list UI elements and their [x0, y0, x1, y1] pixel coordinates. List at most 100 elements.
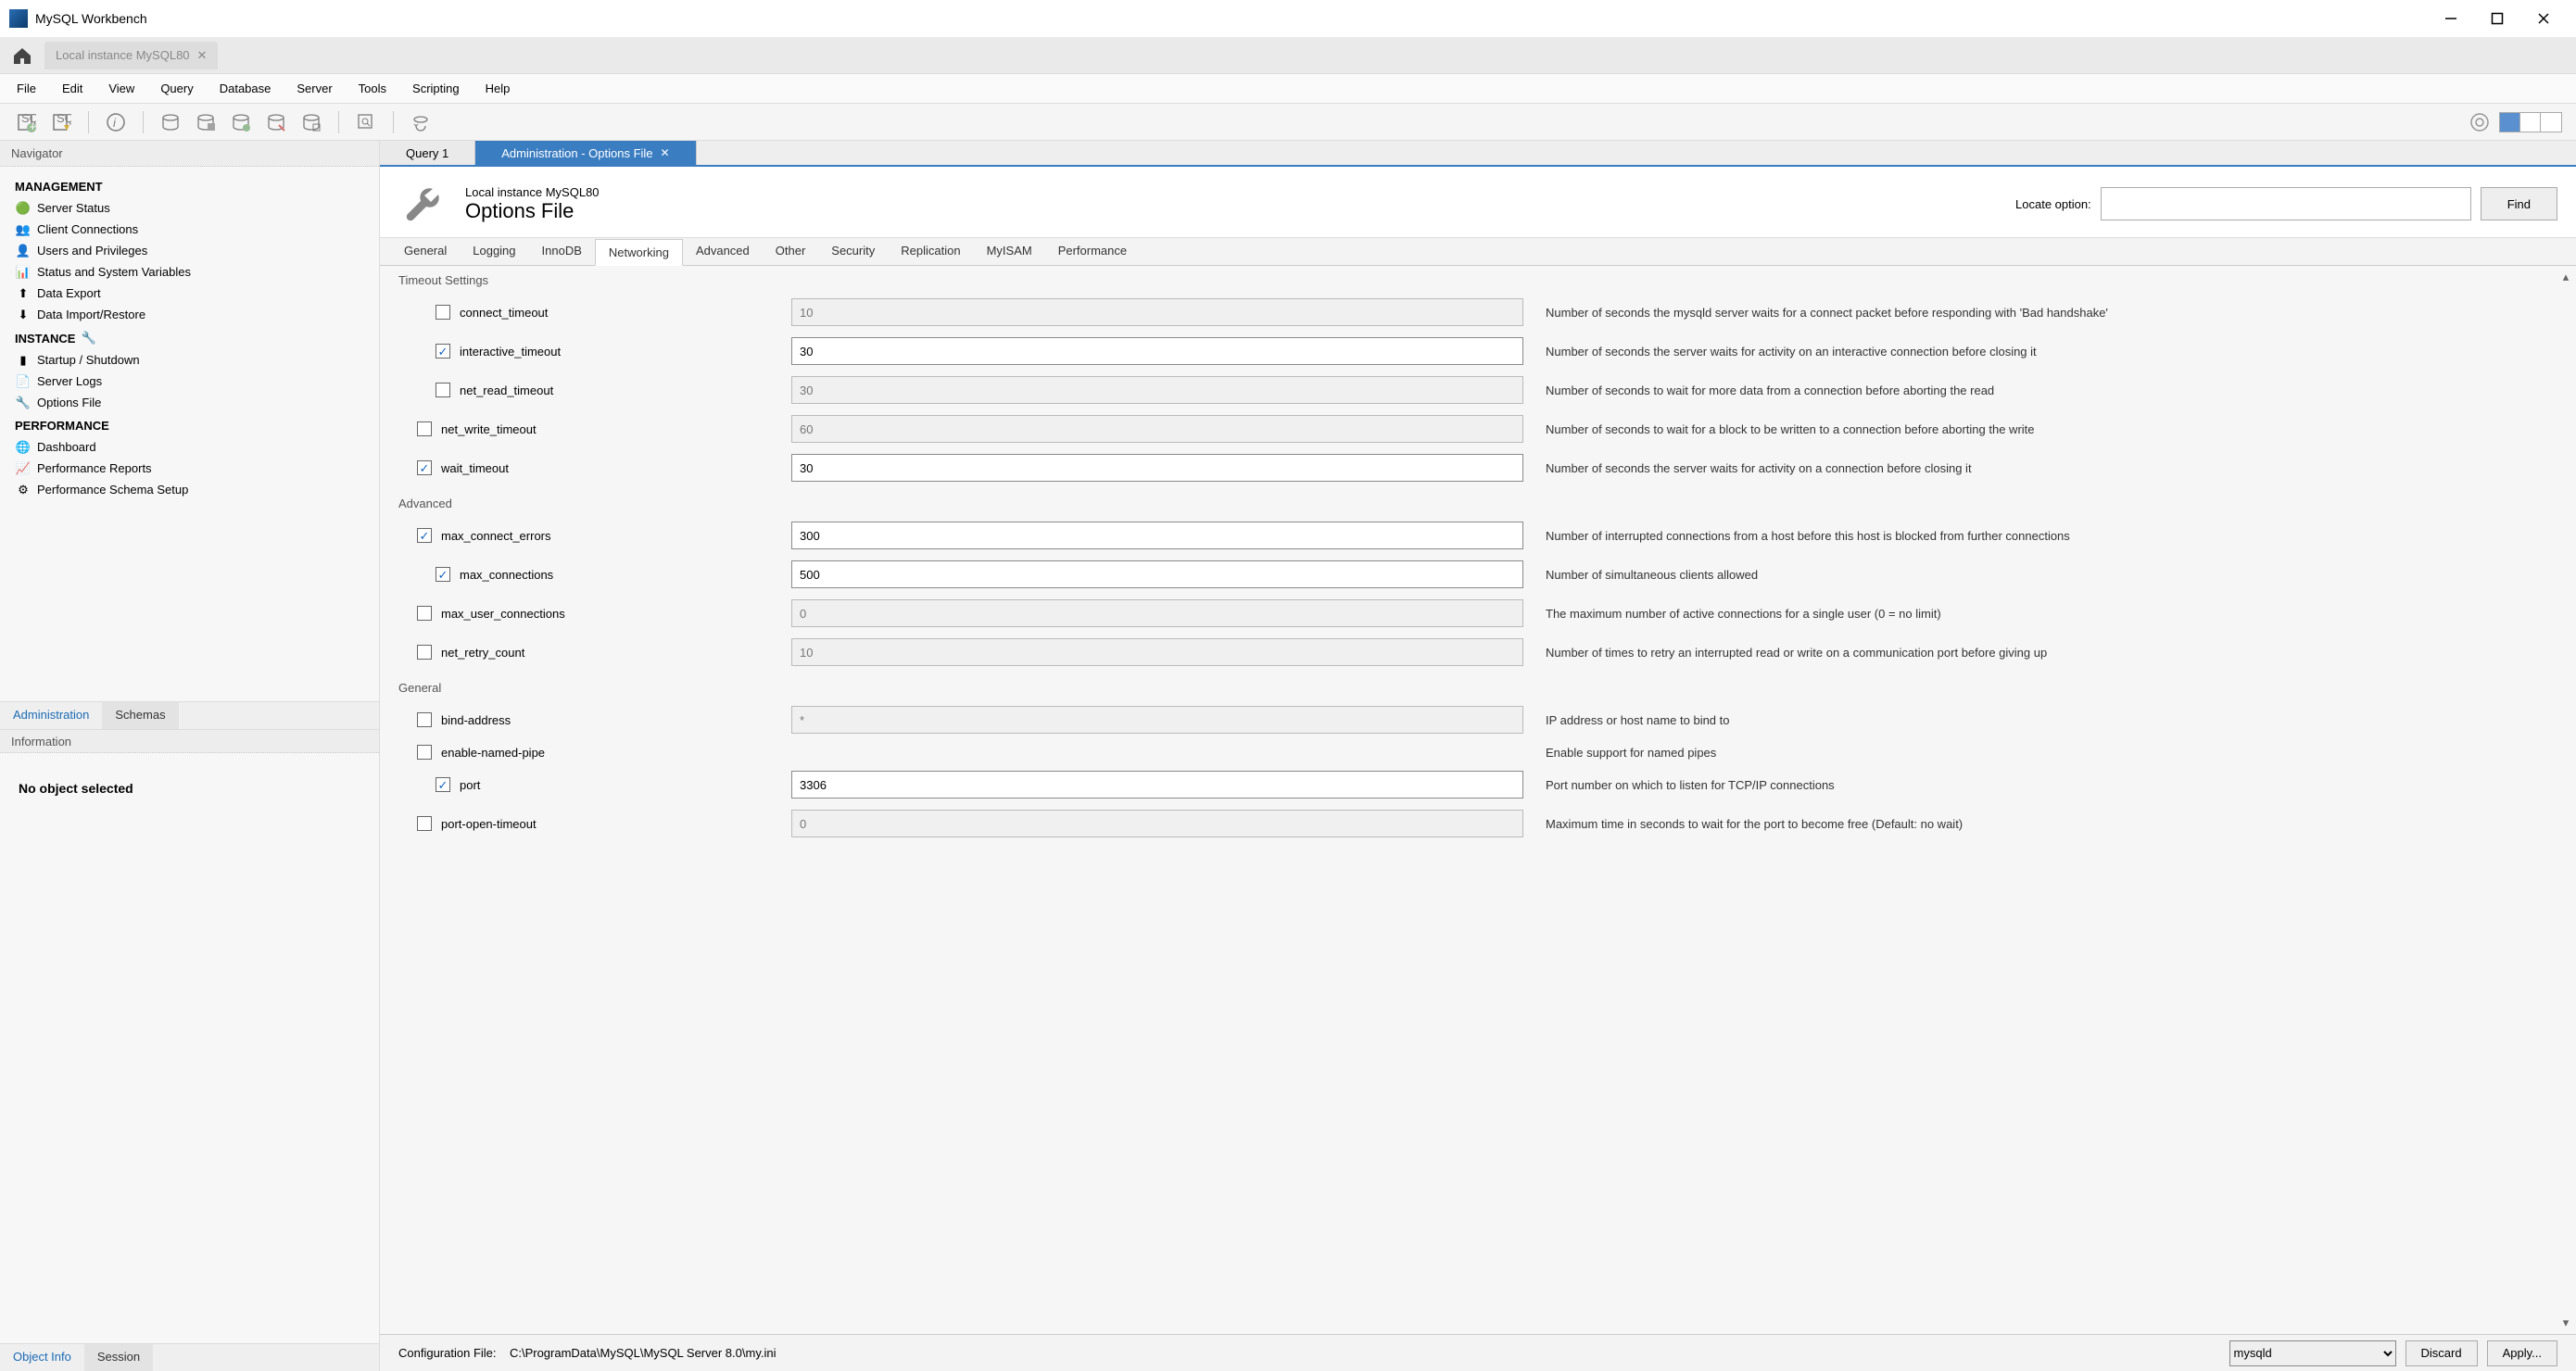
opt-tab-advanced[interactable]: Advanced [683, 238, 763, 265]
nav-server-logs[interactable]: 📄Server Logs [0, 371, 379, 392]
data-export-icon: ⬆ [15, 285, 32, 302]
input-interactive_timeout[interactable] [791, 337, 1523, 365]
checkbox-max_user_connections[interactable] [417, 606, 432, 621]
section-select[interactable]: mysqld [2229, 1340, 2396, 1366]
checkbox-bind-address[interactable] [417, 712, 432, 727]
layout-right-panel[interactable] [2541, 113, 2561, 132]
menu-file[interactable]: File [17, 82, 36, 95]
checkbox-net_retry_count[interactable] [417, 645, 432, 660]
nav-server-status[interactable]: 🟢Server Status [0, 197, 379, 219]
db-icon-3[interactable] [229, 110, 253, 134]
nav-startup-shutdown[interactable]: ▮Startup / Shutdown [0, 349, 379, 371]
option-label: max_user_connections [441, 607, 565, 621]
opt-tab-security[interactable]: Security [818, 238, 888, 265]
opt-tab-performance[interactable]: Performance [1045, 238, 1140, 265]
home-icon[interactable] [9, 43, 35, 69]
menu-edit[interactable]: Edit [62, 82, 82, 95]
nav-performance-schema[interactable]: ⚙Performance Schema Setup [0, 479, 379, 500]
search-icon[interactable] [354, 110, 378, 134]
input-wait_timeout[interactable] [791, 454, 1523, 482]
page-title: Options File [465, 199, 600, 223]
connection-tab[interactable]: Local instance MySQL80 ✕ [44, 42, 218, 69]
checkbox-max_connections[interactable] [436, 567, 450, 582]
new-sql-tab-icon[interactable]: SQL+ [14, 110, 38, 134]
nav-options-file[interactable]: 🔧Options File [0, 392, 379, 413]
settings-gear-icon[interactable] [2468, 110, 2492, 134]
menu-tools[interactable]: Tools [359, 82, 386, 95]
checkbox-interactive_timeout[interactable] [436, 344, 450, 358]
nav-performance-reports[interactable]: 📈Performance Reports [0, 458, 379, 479]
menu-view[interactable]: View [108, 82, 134, 95]
checkbox-connect_timeout[interactable] [436, 305, 450, 320]
input-max_connections[interactable] [791, 560, 1523, 588]
layout-bottom-panel[interactable] [2520, 113, 2541, 132]
opt-tab-innodb[interactable]: InnoDB [529, 238, 595, 265]
db-icon-2[interactable] [194, 110, 218, 134]
checkbox-net_write_timeout[interactable] [417, 421, 432, 436]
opt-tab-general[interactable]: General [391, 238, 460, 265]
menubar: File Edit View Query Database Server Too… [0, 74, 2576, 104]
checkbox-net_read_timeout[interactable] [436, 383, 450, 397]
app-icon [9, 9, 28, 28]
opt-tab-replication[interactable]: Replication [888, 238, 973, 265]
maximize-button[interactable] [2488, 9, 2507, 28]
close-button[interactable] [2534, 9, 2553, 28]
titlebar: MySQL Workbench [0, 0, 2576, 37]
nav-status-variables[interactable]: 📊Status and System Variables [0, 261, 379, 283]
close-icon[interactable]: ✕ [197, 48, 208, 63]
opt-tab-networking[interactable]: Networking [595, 239, 683, 266]
menu-server[interactable]: Server [297, 82, 332, 95]
input-max_connect_errors[interactable] [791, 522, 1523, 549]
option-description: Number of times to retry an interrupted … [1546, 646, 2557, 660]
tab-admin-options-file[interactable]: Administration - Options File ✕ [475, 141, 696, 165]
nav-client-connections[interactable]: 👥Client Connections [0, 219, 379, 240]
checkbox-max_connect_errors[interactable] [417, 528, 432, 543]
close-icon[interactable]: ✕ [661, 146, 670, 159]
db-icon-5[interactable] [299, 110, 323, 134]
find-button[interactable]: Find [2481, 187, 2557, 220]
tab-object-info[interactable]: Object Info [0, 1344, 84, 1371]
checkbox-wait_timeout[interactable] [417, 460, 432, 475]
option-description: Number of seconds the server waits for a… [1546, 461, 2557, 475]
nav-tab-administration[interactable]: Administration [0, 702, 102, 729]
inspector-icon[interactable]: i [104, 110, 128, 134]
reconnect-icon[interactable] [409, 110, 433, 134]
minimize-button[interactable] [2442, 9, 2460, 28]
nav-data-export[interactable]: ⬆Data Export [0, 283, 379, 304]
nav-dashboard[interactable]: 🌐Dashboard [0, 436, 379, 458]
input-port[interactable] [791, 771, 1523, 799]
options-file-icon: 🔧 [15, 395, 32, 411]
group-title-timeout: Timeout Settings [398, 273, 2557, 287]
menu-query[interactable]: Query [160, 82, 193, 95]
db-icon-4[interactable] [264, 110, 288, 134]
option-description: Number of seconds to wait for more data … [1546, 384, 2557, 397]
apply-button[interactable]: Apply... [2487, 1340, 2557, 1366]
opt-tab-other[interactable]: Other [763, 238, 819, 265]
nav-data-import[interactable]: ⬇Data Import/Restore [0, 304, 379, 325]
opt-tab-logging[interactable]: Logging [460, 238, 528, 265]
option-row-net_retry_count: net_retry_countNumber of times to retry … [398, 633, 2557, 672]
logs-icon: 📄 [15, 373, 32, 390]
tab-query1[interactable]: Query 1 [380, 141, 475, 165]
option-row-interactive_timeout: interactive_timeoutNumber of seconds the… [398, 332, 2557, 371]
scroll-up-icon[interactable]: ▴ [2558, 270, 2573, 284]
menu-help[interactable]: Help [486, 82, 511, 95]
nav-users-privileges[interactable]: 👤Users and Privileges [0, 240, 379, 261]
checkbox-port-open-timeout[interactable] [417, 816, 432, 831]
layout-left-panel[interactable] [2500, 113, 2520, 132]
checkbox-port[interactable] [436, 777, 450, 792]
menu-scripting[interactable]: Scripting [412, 82, 460, 95]
option-description: Number of seconds the mysqld server wait… [1546, 306, 2557, 320]
tab-session[interactable]: Session [84, 1344, 153, 1371]
reports-icon: 📈 [15, 460, 32, 477]
nav-tab-schemas[interactable]: Schemas [102, 702, 178, 729]
discard-button[interactable]: Discard [2406, 1340, 2478, 1366]
opt-tab-myisam[interactable]: MyISAM [974, 238, 1045, 265]
menu-database[interactable]: Database [220, 82, 271, 95]
db-icon-1[interactable] [158, 110, 183, 134]
open-sql-script-icon[interactable]: SQL [49, 110, 73, 134]
checkbox-enable-named-pipe[interactable] [417, 745, 432, 760]
locate-option-input[interactable] [2101, 187, 2471, 220]
scroll-down-icon[interactable]: ▾ [2558, 1315, 2573, 1330]
options-scroll-area[interactable]: ▴ Timeout Settings connect_timeoutNumber… [380, 266, 2576, 1334]
